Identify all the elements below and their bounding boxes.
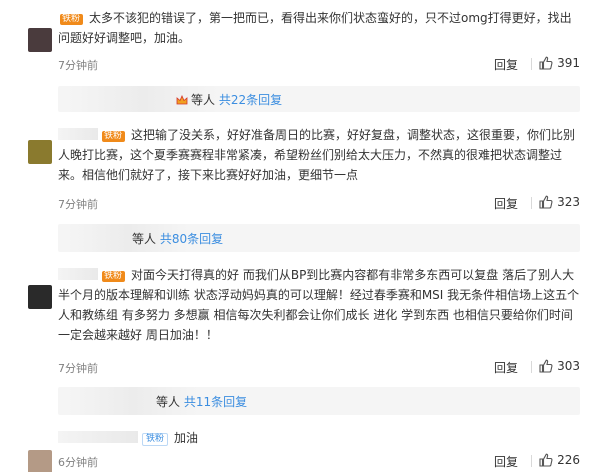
reply-count-link[interactable]: 共11条回复	[184, 395, 247, 409]
like-count: 391	[557, 56, 580, 70]
username-blurred[interactable]	[58, 128, 98, 140]
like-button[interactable]: 323	[539, 195, 580, 209]
reply-summary[interactable]: 等人 共11条回复	[58, 387, 580, 415]
comment-time: 7分钟前	[58, 198, 98, 211]
comment-text: 铁粉 这把输了没关系，好好准备周日的比赛，好好复盘，调整状态，这很重要，你们比别人…	[58, 128, 576, 182]
comment-meta: 6分钟前 回复 226	[58, 452, 580, 470]
meta-divider	[531, 197, 532, 209]
reply-button[interactable]: 回复	[494, 453, 518, 470]
fan-badge: 铁粉	[102, 271, 126, 282]
reply-count-link[interactable]: 共80条回复	[160, 232, 223, 246]
comment-time: 6分钟前	[58, 456, 98, 469]
avatar[interactable]	[28, 28, 52, 52]
reply-button[interactable]: 回复	[494, 195, 518, 212]
meta-divider	[531, 455, 532, 467]
fan-badge: 铁粉	[142, 433, 169, 446]
comment-text: 铁粉 加油	[58, 428, 580, 448]
thumbs-up-icon	[539, 56, 553, 70]
meta-divider	[531, 361, 532, 373]
like-count: 303	[557, 359, 580, 373]
comment-meta: 7分钟前 回复 391	[58, 55, 580, 73]
thumbs-up-icon	[539, 359, 553, 373]
reply-count-link[interactable]: 共22条回复	[219, 93, 282, 107]
like-button[interactable]: 226	[539, 453, 580, 467]
comment-time: 7分钟前	[58, 59, 98, 72]
reply-summary-label: 等人 共11条回复	[156, 395, 248, 409]
comment-text: 铁粉 对面今天打得真的好 而我们从BP到比赛内容都有非常多东西可以复盘 落后了别人…	[58, 268, 580, 342]
reply-summary-label: 等人 共80条回复	[132, 232, 224, 246]
crown-icon	[176, 94, 188, 105]
comment-time: 7分钟前	[58, 362, 98, 375]
avatar[interactable]	[28, 450, 52, 472]
comment-meta: 7分钟前 回复 303	[58, 358, 580, 376]
fan-badge: 铁粉	[60, 14, 84, 25]
avatar[interactable]	[28, 285, 52, 309]
fan-badge: 铁粉	[102, 131, 126, 142]
meta-divider	[531, 58, 532, 70]
reply-summary[interactable]: 等人 共80条回复	[58, 224, 580, 252]
like-button[interactable]: 391	[539, 56, 580, 70]
username-blurred[interactable]	[58, 268, 98, 280]
thumbs-up-icon	[539, 453, 553, 467]
reply-summary[interactable]: 等人 共22条回复	[58, 86, 580, 112]
reply-button[interactable]: 回复	[494, 359, 518, 376]
like-count: 226	[557, 453, 580, 467]
comment-text: 铁粉 太多不该犯的错误了，第一把而已，看得出来你们状态蛮好的，只不过omg打得更好…	[58, 11, 572, 45]
reply-summary-label: 等人 共22条回复	[176, 91, 282, 108]
like-count: 323	[557, 195, 580, 209]
username-blurred[interactable]	[58, 431, 138, 443]
comment-meta: 7分钟前 回复 323	[58, 194, 580, 212]
like-button[interactable]: 303	[539, 359, 580, 373]
thumbs-up-icon	[539, 195, 553, 209]
reply-button[interactable]: 回复	[494, 56, 518, 73]
avatar[interactable]	[28, 140, 52, 164]
